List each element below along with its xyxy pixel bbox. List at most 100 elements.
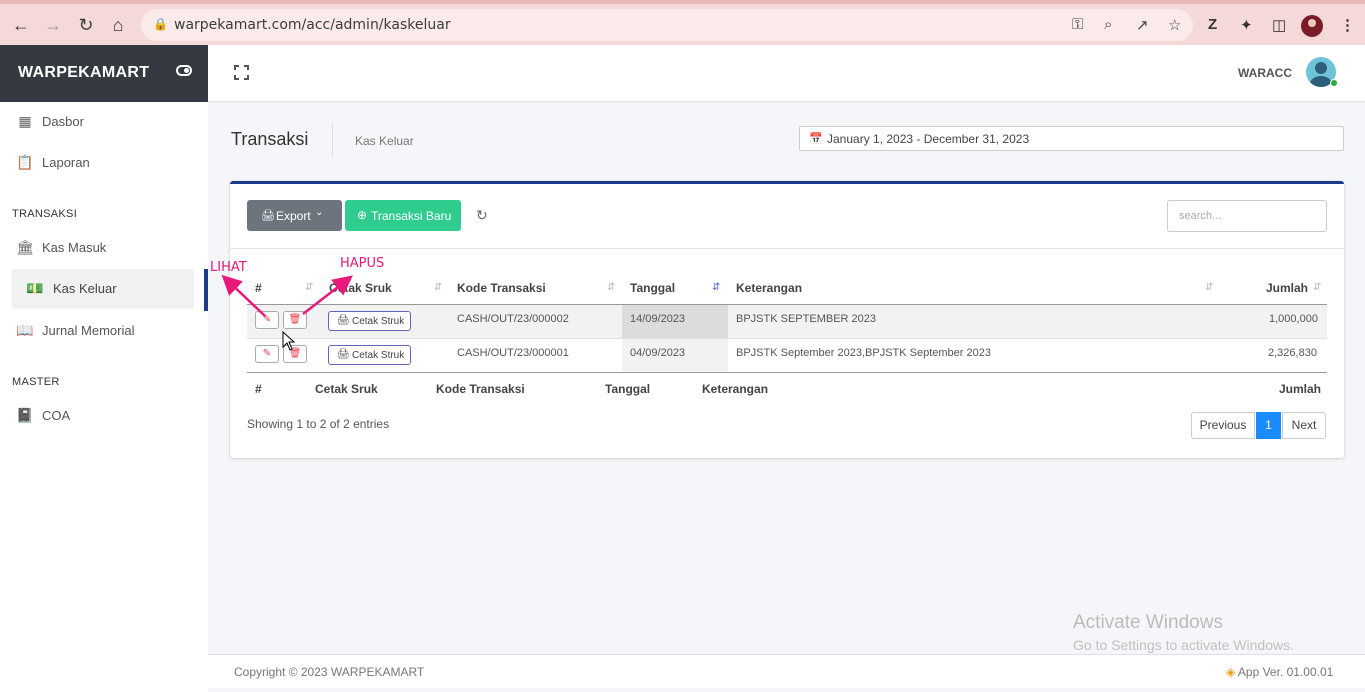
sort-desc-icon[interactable]: ⇵: [712, 282, 720, 293]
sidebar-item-label: Kas Keluar: [53, 281, 117, 296]
theme-toggle-icon[interactable]: [176, 65, 192, 76]
row-divider: [247, 338, 1327, 339]
footer-header-tanggal: Tanggal: [605, 382, 651, 396]
sidebar-item-kas-keluar[interactable]: 💵 Kas Keluar: [12, 269, 194, 309]
extension-z-icon[interactable]: Z: [1208, 16, 1217, 33]
address-bar[interactable]: 🔒 warpekamart.com/acc/admin/kaskeluar ⚿ …: [141, 9, 1193, 41]
column-header-kode[interactable]: Kode Transaksi: [457, 281, 546, 295]
zoom-icon[interactable]: ⌕: [1104, 16, 1112, 33]
sidebar-item-dasbor[interactable]: ▦ Dasbor: [12, 102, 194, 142]
sidebar-item-label: Jurnal Memorial: [42, 323, 135, 338]
new-transaction-button[interactable]: ⊕ Transaksi Baru: [345, 200, 461, 231]
share-icon[interactable]: ↗: [1136, 16, 1149, 34]
sidebar-item-label: Dasbor: [42, 114, 84, 129]
layers-icon: ◈: [1226, 665, 1236, 679]
reload-icon[interactable]: ↻: [75, 14, 97, 36]
footer-header-keterangan: Keterangan: [702, 382, 769, 396]
column-header-tanggal[interactable]: Tanggal: [630, 281, 675, 295]
browser-chrome: ← → ↻ ⌂ 🔒 warpekamart.com/acc/admin/kask…: [0, 0, 1365, 45]
printer-icon: 🖨: [261, 210, 275, 222]
bank-icon: 🏛: [16, 239, 34, 255]
bookmark-star-icon[interactable]: ☆: [1168, 16, 1181, 34]
url-text[interactable]: warpekamart.com/acc/admin/kaskeluar: [174, 17, 451, 33]
sort-icon[interactable]: ⇵: [1313, 282, 1321, 293]
menu-dots-icon[interactable]: ⋮: [1340, 16, 1355, 34]
sidebar-item-jurnal-memorial[interactable]: 📖 Jurnal Memorial: [12, 311, 194, 351]
brand-bar: WARPEKAMART: [0, 45, 208, 102]
activation-watermark-title: Activate Windows: [1073, 612, 1223, 633]
date-range-picker[interactable]: 📅 January 1, 2023 - December 31, 2023: [799, 126, 1344, 151]
mouse-cursor-icon: [282, 331, 296, 351]
column-header-jumlah[interactable]: Jumlah: [1266, 281, 1308, 295]
refresh-icon[interactable]: ↻: [476, 207, 488, 224]
back-icon[interactable]: ←: [10, 14, 32, 36]
sidebar-header-transaksi: TRANSAKSI: [12, 208, 78, 220]
title-divider: [332, 124, 333, 156]
new-transaction-label: Transaksi Baru: [371, 209, 452, 223]
sidebar-item-kas-masuk[interactable]: 🏛 Kas Masuk: [12, 228, 194, 268]
column-header-keterangan[interactable]: Keterangan: [736, 281, 802, 295]
cell-kode: CASH/OUT/23/000001: [457, 347, 569, 359]
sidebar-item-label: COA: [42, 408, 71, 423]
cell-keterangan: BPJSTK September 2023,BPJSTK September 2…: [736, 347, 991, 359]
calendar-icon: 📅: [809, 133, 823, 145]
home-icon[interactable]: ⌂: [107, 14, 129, 36]
print-receipt-button[interactable]: 🖨 Cetak Struk: [328, 345, 411, 365]
sidebar-item-label: Kas Masuk: [42, 240, 107, 255]
next-page-button[interactable]: Next: [1282, 412, 1326, 439]
export-label: Export: [276, 209, 311, 223]
cell-keterangan: BPJSTK SEPTEMBER 2023: [736, 313, 876, 325]
sidebar-item-laporan[interactable]: 📋 Laporan: [12, 143, 194, 183]
cell-tanggal: 04/09/2023: [630, 347, 686, 359]
sidebar-item-label: Laporan: [42, 155, 90, 170]
puzzle-icon[interactable]: ✦: [1240, 16, 1253, 34]
copyright-text: Copyright © 2023 WARPEKAMART: [234, 665, 425, 679]
chevron-down-icon: ⌄: [315, 207, 324, 218]
sort-icon[interactable]: ⇵: [434, 282, 442, 293]
search-input[interactable]: [1167, 200, 1327, 232]
sidebar-header-master: MASTER: [12, 376, 60, 388]
version-text: App Ver. 01.00.01: [1237, 665, 1334, 679]
sidepanel-icon[interactable]: ◫: [1272, 16, 1286, 34]
app-version: ◈ App Ver. 01.00.01: [1226, 665, 1333, 679]
book-icon: 📖: [16, 322, 34, 338]
lock-icon: 🔒: [153, 17, 168, 31]
user-name[interactable]: WARACC: [1238, 66, 1292, 80]
edit-icon: ✎: [262, 348, 272, 359]
key-icon[interactable]: ⚿: [1072, 16, 1083, 33]
cell-kode: CASH/OUT/23/000002: [457, 313, 569, 325]
card-header-divider: [230, 248, 1344, 249]
profile-avatar[interactable]: [1301, 15, 1323, 37]
breadcrumb[interactable]: Kas Keluar: [355, 134, 414, 148]
sort-icon[interactable]: ⇵: [607, 282, 615, 293]
annotation-hapus: HAPUS: [340, 256, 385, 271]
sidebar-item-coa[interactable]: 📓 COA: [12, 396, 194, 436]
page-title: Transaksi: [231, 129, 309, 149]
annotation-arrows: [221, 274, 353, 317]
dashboard-icon: ▦: [18, 113, 32, 129]
forward-icon[interactable]: →: [42, 14, 64, 36]
clipboard-icon: 📋: [16, 154, 34, 170]
activation-watermark-subtitle: Go to Settings to activate Windows.: [1073, 637, 1294, 653]
money-icon: 💵: [26, 280, 44, 296]
view-button[interactable]: ✎: [255, 345, 279, 363]
previous-page-button[interactable]: Previous: [1191, 412, 1255, 439]
footer: Copyright © 2023 WARPEKAMART ◈ App Ver. …: [208, 654, 1365, 688]
plus-circle-icon: ⊕: [357, 208, 368, 222]
brand-name[interactable]: WARPEKAMART: [18, 64, 149, 82]
sort-icon[interactable]: ⇵: [1205, 282, 1213, 293]
table-footer-divider: [247, 372, 1327, 373]
footer-header-number: #: [255, 382, 262, 396]
footer-header-kode: Kode Transaksi: [436, 382, 525, 396]
date-range-text: January 1, 2023 - December 31, 2023: [827, 132, 1030, 146]
cell-jumlah: 2,326,830: [1268, 347, 1317, 359]
cell-jumlah: 1,000,000: [1269, 313, 1318, 325]
export-button[interactable]: 🖨 Export ⌄: [247, 200, 342, 231]
print-receipt-label: Cetak Struk: [352, 350, 405, 361]
cell-tanggal: 14/09/2023: [630, 313, 686, 325]
page-1-button[interactable]: 1: [1256, 412, 1281, 439]
printer-icon: 🖨: [337, 349, 350, 360]
online-status-dot: [1330, 79, 1338, 87]
top-navbar: WARACC: [208, 45, 1365, 102]
fullscreen-icon[interactable]: [234, 65, 249, 80]
